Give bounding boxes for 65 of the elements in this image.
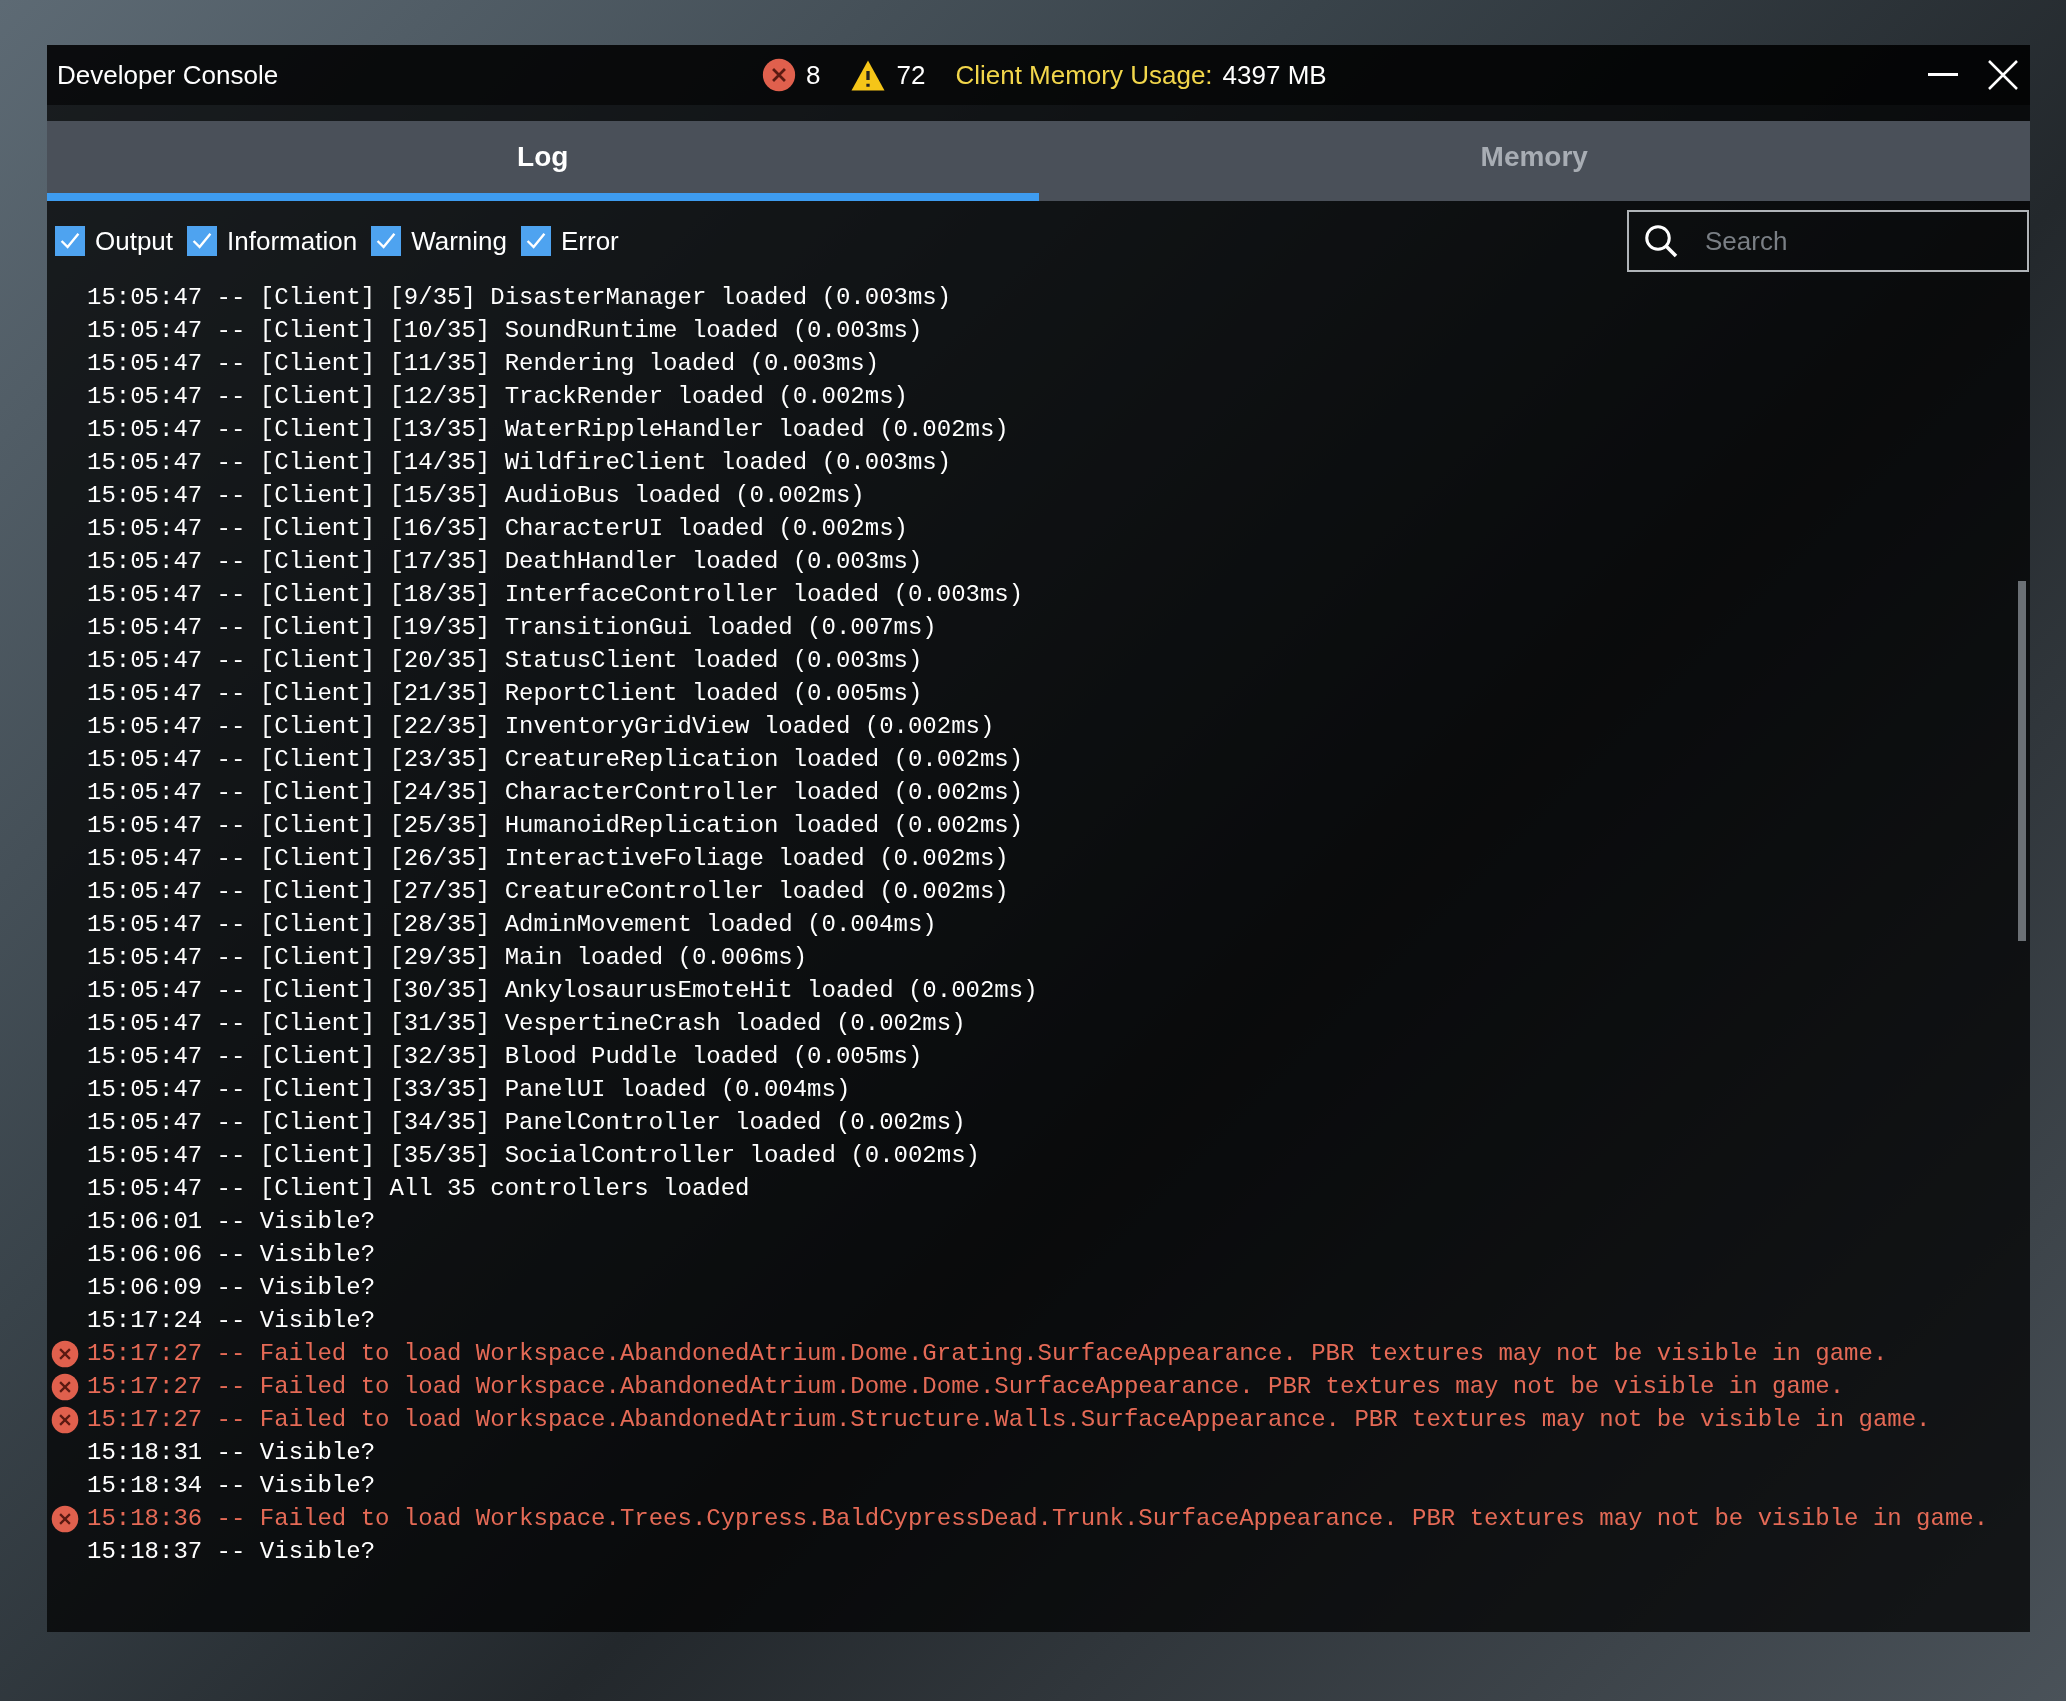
log-message: 15:06:09 -- Visible? [87, 1274, 376, 1301]
error-message: 15:18:36 -- Failed to load Workspace.Trees.Cypress.BaldCypressDead.Trunk.SurfaceAppearance. PBR textures may not be visible in game. [87, 1505, 1989, 1532]
filter-label: Error [561, 224, 619, 258]
filter-label: Information [227, 224, 358, 258]
log-message: 15:06:06 -- Visible? [87, 1241, 376, 1268]
log-message: 15:05:47 -- [Client] [28/35] AdminMovement loaded (0.004ms) [87, 911, 937, 938]
memory-label: Client Memory Usage: [955, 58, 1213, 92]
error-message: 15:17:27 -- Failed to load Workspace.AbandonedAtrium.Dome.Dome.SurfaceAppearance. PBR textures may not be visible in game. [87, 1373, 1845, 1400]
checkbox[interactable] [521, 226, 551, 256]
log-message: 15:05:47 -- [Client] [10/35] SoundRuntime loaded (0.003ms) [87, 317, 923, 344]
log-message: 15:18:34 -- Visible? [87, 1472, 376, 1499]
filter-label: Warning [411, 224, 507, 258]
log-message: 15:05:47 -- [Client] [19/35] TransitionGui loaded (0.007ms) [87, 614, 937, 641]
log-message: 15:05:47 -- [Client] [27/35] CreatureController loaded (0.002ms) [87, 878, 1009, 905]
log-message: 15:05:47 -- [Client] [22/35] InventoryGridView loaded (0.002ms) [87, 713, 995, 740]
warning-count: 72 [896, 58, 926, 92]
log-message: 15:17:24 -- Visible? [87, 1307, 376, 1334]
minimize-icon[interactable] [1928, 73, 1958, 77]
log-message: 15:05:47 -- [Client] [35/35] SocialController loaded (0.002ms) [87, 1142, 980, 1169]
log-message: 15:05:47 -- [Client] [13/35] WaterRippleHandler loaded (0.002ms) [87, 416, 1009, 443]
log-message: 15:05:47 -- [Client] [14/35] WildfireClient loaded (0.003ms) [87, 449, 952, 476]
log-message: 15:05:47 -- [Client] [18/35] InterfaceController loaded (0.003ms) [87, 581, 1024, 608]
error-icon [51, 1373, 79, 1401]
error-icon [762, 58, 796, 92]
error-message: 15:17:27 -- Failed to load Workspace.AbandonedAtrium.Structure.Walls.SurfaceAppearance. PBR textures may not be visible in game. [87, 1406, 1931, 1433]
filter-label: Output [95, 224, 174, 258]
log-message: 15:05:47 -- [Client] [32/35] Blood Puddle loaded (0.005ms) [87, 1043, 923, 1070]
log-message: 15:18:31 -- Visible? [87, 1439, 376, 1466]
log-message: 15:05:47 -- [Client] [31/35] VespertineCrash loaded (0.002ms) [87, 1010, 966, 1037]
close-icon[interactable] [1988, 60, 2018, 90]
error-count: 8 [806, 58, 821, 92]
log-message: 15:05:47 -- [Client] [16/35] CharacterUI loaded (0.002ms) [87, 515, 908, 542]
scrollbar-thumb[interactable] [2018, 581, 2026, 941]
tab[interactable]: Memory [1038, 121, 2030, 201]
checkbox[interactable] [371, 226, 402, 256]
log-message: 15:05:47 -- [Client] [17/35] DeathHandler loaded (0.003ms) [87, 548, 923, 575]
log-message: 15:05:47 -- [Client] [33/35] PanelUI loaded (0.004ms) [87, 1076, 851, 1103]
log-message: 15:06:01 -- Visible? [87, 1208, 376, 1235]
search-icon [1643, 223, 1679, 259]
log-message: 15:05:47 -- [Client] [9/35] DisasterManager loaded (0.003ms) [87, 284, 952, 311]
log-message: 15:05:47 -- [Client] [23/35] CreatureReplication loaded (0.002ms) [87, 746, 1024, 773]
log-message: 15:05:47 -- [Client] [25/35] HumanoidReplication loaded (0.002ms) [87, 812, 1024, 839]
log-message: 15:05:47 -- [Client] All 35 controllers loaded [87, 1175, 750, 1202]
log-message: 15:05:47 -- [Client] [11/35] Rendering loaded (0.003ms) [87, 350, 880, 377]
window-title: Developer Console [57, 58, 279, 92]
checkbox[interactable] [55, 226, 85, 256]
log-message: 15:05:47 -- [Client] [21/35] ReportClient loaded (0.005ms) [87, 680, 923, 707]
log-message: 15:05:47 -- [Client] [15/35] AudioBus loaded (0.002ms) [87, 482, 865, 509]
log-message: 15:05:47 -- [Client] [20/35] StatusClient loaded (0.003ms) [87, 647, 923, 674]
checkbox[interactable] [187, 226, 218, 256]
error-icon [51, 1406, 79, 1434]
log-message: 15:05:47 -- [Client] [30/35] AnkylosaurusEmoteHit loaded (0.002ms) [87, 977, 1038, 1004]
log-message: 15:05:47 -- [Client] [34/35] PanelController loaded (0.002ms) [87, 1109, 966, 1136]
warning-icon [850, 58, 887, 92]
log-message: 15:05:47 -- [Client] [12/35] TrackRender loaded (0.002ms) [87, 383, 908, 410]
memory-value: 4397 MB [1222, 58, 1327, 92]
log-message: 15:05:47 -- [Client] [26/35] InteractiveFoliage loaded (0.002ms) [87, 845, 1009, 872]
error-icon [51, 1505, 79, 1533]
search-field[interactable]: Search [1627, 210, 2029, 272]
error-message: 15:17:27 -- Failed to load Workspace.AbandonedAtrium.Dome.Grating.SurfaceAppearance. PBR textures may not be visible in game. [87, 1340, 1888, 1367]
log-message: 15:18:37 -- Visible? [87, 1538, 376, 1565]
log-message: 15:05:47 -- [Client] [29/35] Main loaded (0.006ms) [87, 944, 808, 971]
tab[interactable]: Log [47, 121, 1039, 201]
log-message: 15:05:47 -- [Client] [24/35] CharacterController loaded (0.002ms) [87, 779, 1024, 806]
error-icon [51, 1340, 79, 1368]
